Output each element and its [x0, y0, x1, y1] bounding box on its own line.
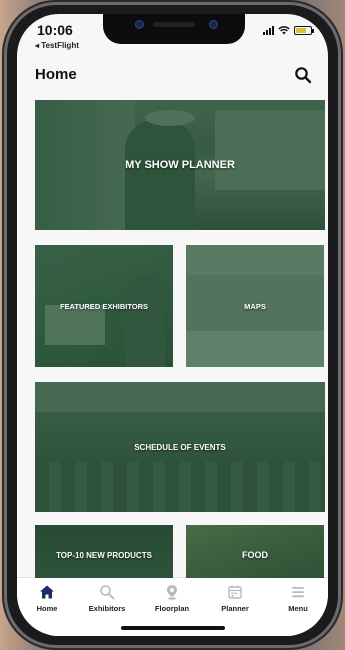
notch: [103, 14, 245, 44]
camera-icon: [135, 20, 144, 29]
status-time: 10:06: [37, 22, 73, 38]
maps-label: MAPS: [244, 301, 266, 311]
hamburger-menu-icon: [292, 587, 304, 598]
featured-exhibitors-label: FEATURED EXHIBITORS: [59, 301, 149, 311]
speaker-grille: [153, 22, 195, 27]
food-tile[interactable]: FOOD: [186, 525, 324, 578]
tab-home-label: Home: [36, 604, 58, 613]
tab-bar: Home Exhibitors Floorplan Planner Menu: [17, 577, 328, 636]
top-10-new-products-tile[interactable]: TOP-10 NEW PRODUCTS: [35, 525, 173, 578]
my-show-planner-label: MY SHOW PLANNER: [125, 159, 235, 171]
schedule-of-events-label: SCHEDULE OF EVENTS: [134, 442, 226, 452]
phone-frame: 10:06 ◂ TestFlight Home MY SHOW PLANNER …: [4, 2, 341, 648]
tab-floorplan-label: Floorplan: [154, 604, 190, 613]
featured-exhibitors-tile[interactable]: FEATURED EXHIBITORS: [35, 245, 173, 367]
search-icon[interactable]: [294, 66, 312, 84]
signal-icon: [263, 26, 274, 35]
tab-menu-label: Menu: [288, 604, 308, 613]
tab-exhibitors[interactable]: Exhibitors: [77, 584, 137, 613]
back-to-testflight-link[interactable]: ◂ TestFlight: [35, 41, 79, 50]
calendar-icon: [228, 585, 242, 599]
tab-home[interactable]: Home: [17, 584, 77, 613]
wifi-icon: [278, 26, 290, 35]
food-label: FOOD: [242, 550, 268, 560]
battery-icon: [294, 26, 314, 35]
sensor-icon: [209, 20, 218, 29]
my-show-planner-tile[interactable]: MY SHOW PLANNER: [35, 100, 325, 230]
tab-exhibitors-label: Exhibitors: [88, 604, 126, 613]
map-pin-icon: [167, 585, 177, 600]
page-title: Home: [35, 66, 77, 83]
search-icon: [100, 585, 115, 600]
schedule-of-events-tile[interactable]: SCHEDULE OF EVENTS: [35, 382, 325, 512]
screen: 10:06 ◂ TestFlight Home MY SHOW PLANNER …: [17, 14, 328, 636]
maps-tile[interactable]: MAPS: [186, 245, 324, 367]
tab-planner-label: Planner: [221, 604, 249, 613]
home-icon: [40, 585, 54, 599]
tab-menu[interactable]: Menu: [268, 584, 328, 613]
status-icons: [263, 26, 314, 35]
tab-floorplan[interactable]: Floorplan: [142, 584, 202, 613]
tab-planner[interactable]: Planner: [205, 584, 265, 613]
home-indicator[interactable]: [121, 626, 225, 630]
app-header: Home: [17, 62, 328, 92]
top-10-new-products-label: TOP-10 NEW PRODUCTS: [56, 550, 152, 560]
home-tiles: MY SHOW PLANNER FEATURED EXHIBITORS MAPS: [17, 100, 328, 578]
